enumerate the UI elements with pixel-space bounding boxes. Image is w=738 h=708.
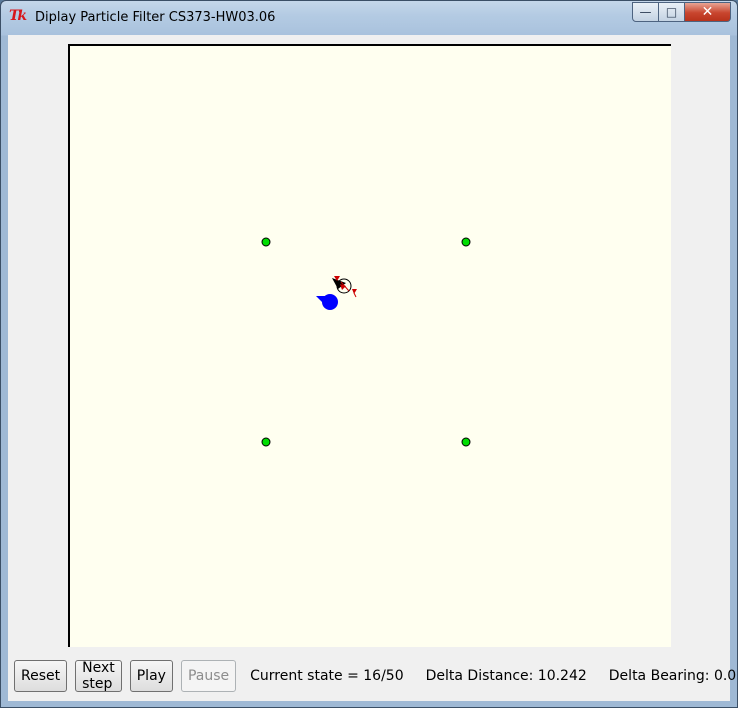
app-window: Tk Diplay Particle Filter CS373-HW03.06 … <box>0 0 738 708</box>
simulation-canvas <box>68 44 671 647</box>
pause-button: Pause <box>180 660 237 692</box>
reset-button[interactable]: Reset <box>14 660 68 692</box>
landmarks <box>261 237 471 447</box>
landmark-top-right <box>461 237 471 247</box>
particle-tick-2 <box>353 292 357 298</box>
landmark-bottom-left <box>261 437 271 447</box>
particle-cluster <box>332 276 357 298</box>
delta-distance-label: Delta Distance: 10.242 <box>425 668 587 684</box>
play-button[interactable]: Play <box>129 660 173 692</box>
delta-bearing-label: Delta Bearing: 0.018 <box>608 668 737 684</box>
world-svg <box>261 237 471 447</box>
title-bar[interactable]: Tk Diplay Particle Filter CS373-HW03.06 … <box>1 1 737 35</box>
minimize-button[interactable]: — <box>632 2 659 22</box>
current-state-label: Current state = 16/50 <box>250 668 404 684</box>
next-step-button[interactable]: Next step <box>75 660 122 692</box>
close-button[interactable]: ✕ <box>685 2 731 22</box>
robot <box>316 294 338 310</box>
landmark-bottom-right <box>461 437 471 447</box>
robot-body <box>322 294 338 310</box>
landmark-top-left <box>261 237 271 247</box>
maximize-icon: □ <box>665 5 678 19</box>
minimize-icon: — <box>639 5 652 19</box>
close-icon: ✕ <box>701 4 714 20</box>
window-title: Diplay Particle Filter CS373-HW03.06 <box>35 10 276 25</box>
tk-feather-icon: Tk <box>9 8 27 24</box>
caption-buttons: — □ ✕ <box>632 2 731 22</box>
maximize-button[interactable]: □ <box>659 2 685 22</box>
client-area: Reset Next step Play Pause Current state… <box>8 35 737 701</box>
control-bar: Reset Next step Play Pause Current state… <box>14 659 737 693</box>
